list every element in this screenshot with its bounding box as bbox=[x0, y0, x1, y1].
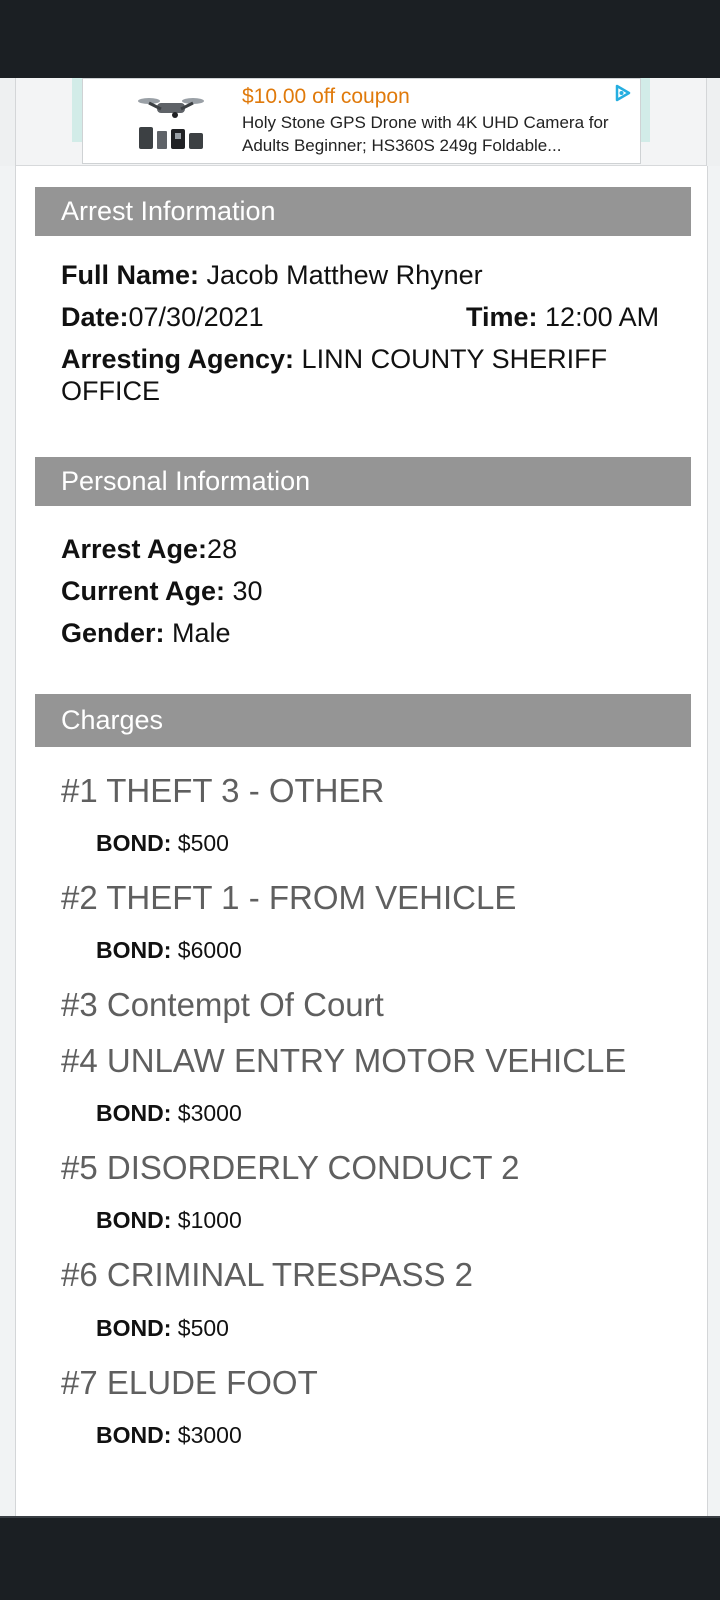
status-bar bbox=[0, 0, 720, 78]
gender-row: Gender: Male bbox=[61, 616, 231, 650]
current-age-value: 30 bbox=[225, 576, 263, 606]
charge-bond: BOND: $3000 bbox=[96, 1422, 242, 1449]
bond-value: $1000 bbox=[171, 1207, 242, 1233]
bond-label: BOND: bbox=[96, 830, 172, 856]
arresting-agency-label: Arresting Agency: bbox=[61, 344, 295, 374]
bond-value: $500 bbox=[171, 1315, 229, 1341]
charge-bond: BOND: $1000 bbox=[96, 1207, 242, 1234]
arrest-information-header: Arrest Information bbox=[35, 187, 691, 236]
charge-item: #1 THEFT 3 - OTHER bbox=[61, 772, 385, 809]
arrest-record-panel: Arrest Information Full Name: Jacob Matt… bbox=[15, 166, 708, 1516]
adchoices-icon[interactable] bbox=[612, 83, 632, 103]
bond-value: $500 bbox=[171, 830, 229, 856]
bond-value: $6000 bbox=[171, 937, 242, 963]
charge-item: #3 Contempt Of Court bbox=[61, 986, 384, 1023]
charge-bond: BOND: $500 bbox=[96, 1315, 229, 1342]
charge-item: #7 ELUDE FOOT bbox=[61, 1364, 318, 1401]
ad-banner[interactable]: $10.00 off coupon Holy Stone GPS Drone w… bbox=[0, 78, 720, 166]
charges-header: Charges bbox=[35, 694, 691, 747]
charge-item: #2 THEFT 1 - FROM VEHICLE bbox=[61, 879, 517, 916]
ad-coupon-text[interactable]: $10.00 off coupon bbox=[242, 85, 410, 109]
charge-bond: BOND: $6000 bbox=[96, 937, 242, 964]
ad-card[interactable]: $10.00 off coupon Holy Stone GPS Drone w… bbox=[82, 78, 641, 164]
time-row: Time: 12:00 AM bbox=[466, 300, 659, 334]
ad-product-title[interactable]: Holy Stone GPS Drone with 4K UHD Camera … bbox=[242, 111, 627, 157]
bond-value: $3000 bbox=[171, 1422, 242, 1448]
drone-product-image bbox=[138, 98, 204, 149]
date-value: 07/30/2021 bbox=[128, 302, 264, 332]
full-name-row: Full Name: Jacob Matthew Rhyner bbox=[61, 258, 483, 292]
full-name-label: Full Name: bbox=[61, 260, 200, 290]
personal-information-header: Personal Information bbox=[35, 457, 691, 506]
arresting-agency-row: Arresting Agency: LINN COUNTY SHERIFF OF… bbox=[61, 343, 621, 407]
time-value: 12:00 AM bbox=[537, 302, 660, 332]
charge-item: #5 DISORDERLY CONDUCT 2 bbox=[61, 1149, 520, 1186]
date-label: Date: bbox=[61, 302, 129, 332]
bond-label: BOND: bbox=[96, 937, 172, 963]
bond-label: BOND: bbox=[96, 1100, 172, 1126]
charge-item: #6 CRIMINAL TRESPASS 2 bbox=[61, 1256, 474, 1293]
gender-value: Male bbox=[164, 618, 231, 648]
bond-label: BOND: bbox=[96, 1422, 172, 1448]
date-row: Date:07/30/2021 bbox=[61, 300, 264, 334]
bond-label: BOND: bbox=[96, 1207, 172, 1233]
gender-label: Gender: bbox=[61, 618, 165, 648]
charge-bond: BOND: $500 bbox=[96, 830, 229, 857]
current-age-label: Current Age: bbox=[61, 576, 226, 606]
full-name-value: Jacob Matthew Rhyner bbox=[199, 260, 483, 290]
bond-label: BOND: bbox=[96, 1315, 172, 1341]
charge-bond: BOND: $3000 bbox=[96, 1100, 242, 1127]
arrest-age-value: 28 bbox=[207, 534, 238, 564]
navigation-bar bbox=[0, 1516, 720, 1600]
time-label: Time: bbox=[466, 302, 538, 332]
charge-item: #4 UNLAW ENTRY MOTOR VEHICLE bbox=[61, 1042, 627, 1079]
arrest-age-label: Arrest Age: bbox=[61, 534, 208, 564]
arrest-age-row: Arrest Age:28 bbox=[61, 532, 237, 566]
current-age-row: Current Age: 30 bbox=[61, 574, 263, 608]
bond-value: $3000 bbox=[171, 1100, 242, 1126]
